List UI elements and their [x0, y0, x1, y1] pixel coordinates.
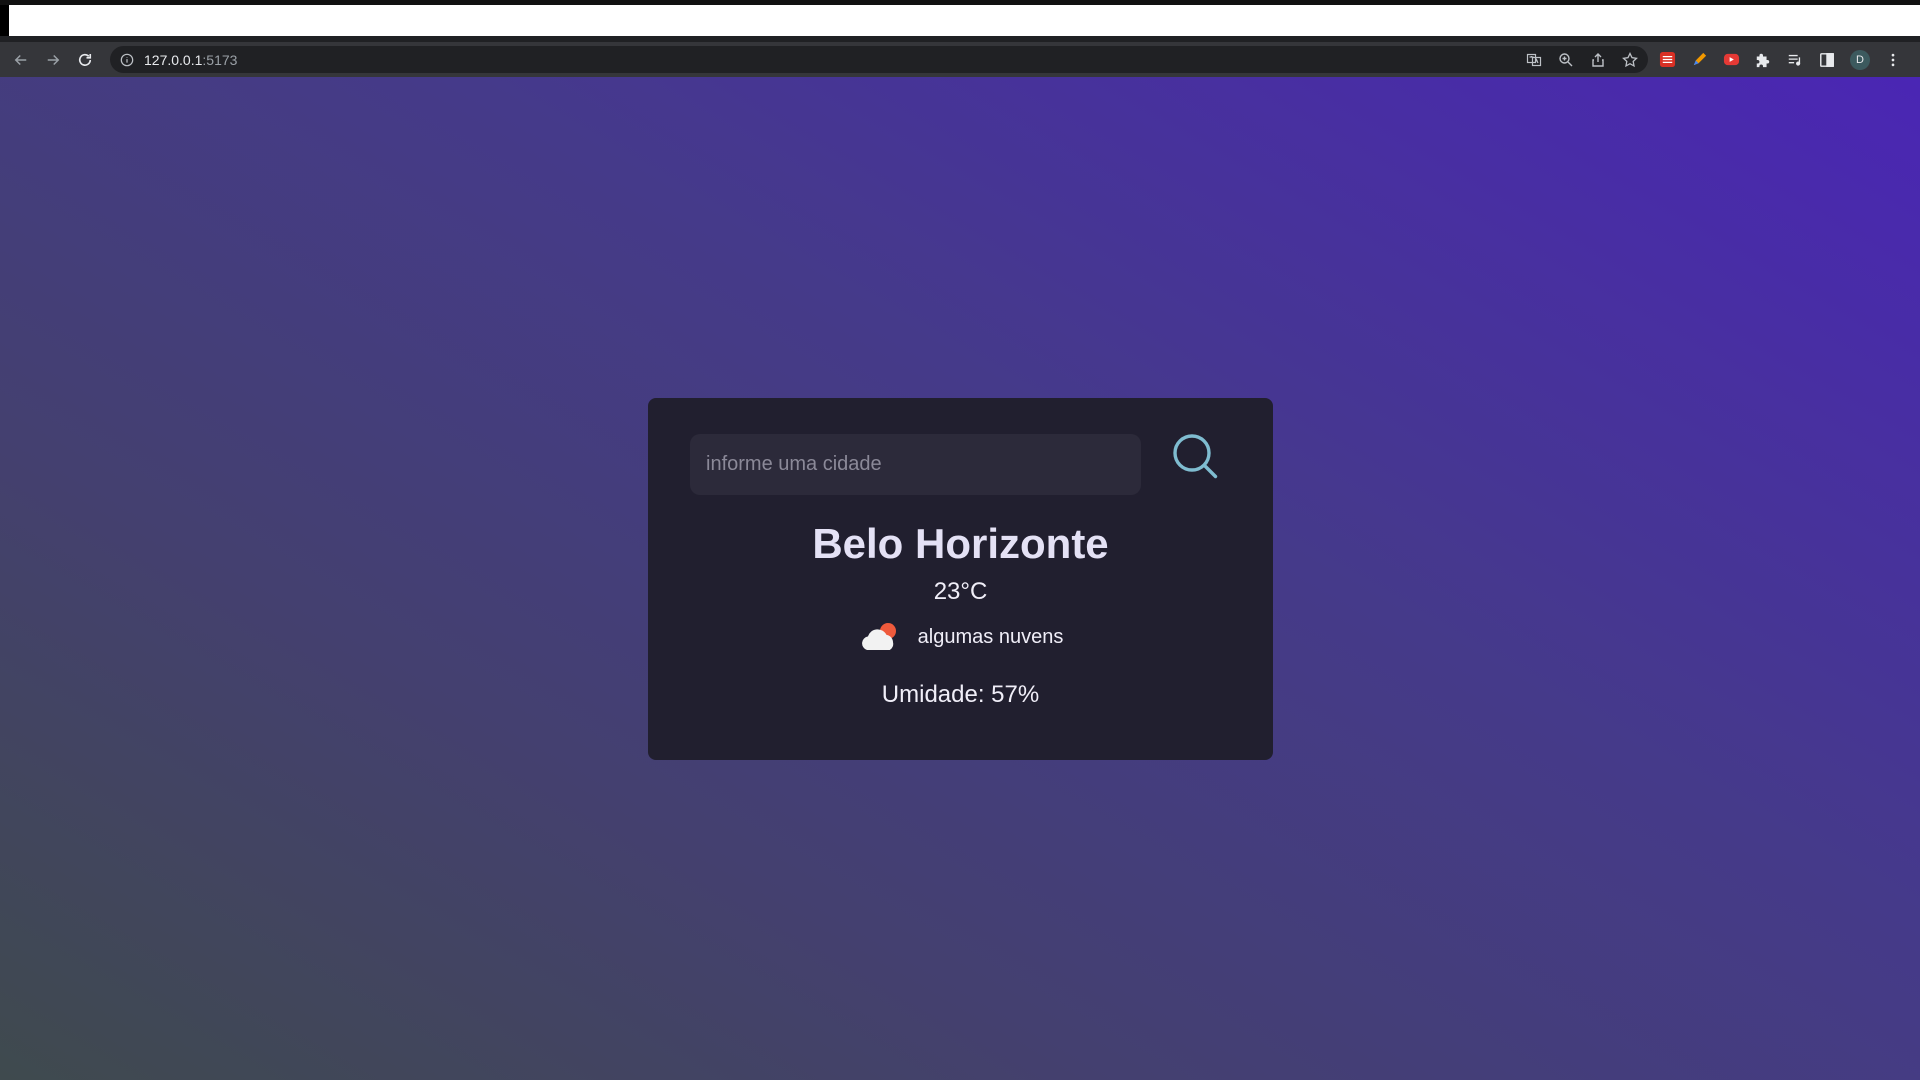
omnibox-actions	[1526, 46, 1638, 73]
weather-card: Belo Horizonte 23°C algumas nuvens Umida…	[648, 398, 1273, 760]
city-name: Belo Horizonte	[812, 520, 1109, 567]
city-search-input[interactable]	[690, 434, 1141, 495]
forward-button[interactable]	[37, 44, 69, 76]
extensions-puzzle-icon[interactable]	[1754, 51, 1772, 69]
extension-red-icon[interactable]	[1658, 51, 1676, 69]
search-button[interactable]	[1172, 433, 1222, 483]
search-icon	[1173, 434, 1218, 479]
address-bar[interactable]: 127.0.0.1 :5173	[110, 46, 1648, 73]
extensions-area: D	[1658, 42, 1902, 77]
zoom-icon[interactable]	[1558, 52, 1574, 68]
temperature: 23°C	[933, 578, 988, 605]
extension-youtube-icon[interactable]	[1722, 51, 1740, 69]
url-port: :5173	[202, 51, 238, 68]
back-button[interactable]	[5, 44, 37, 76]
kebab-menu-icon[interactable]	[1884, 51, 1902, 69]
few-clouds-icon	[861, 623, 896, 650]
tab-bar-area	[9, 5, 1920, 36]
humidity: Umidade: 57%	[881, 681, 1040, 708]
media-queue-icon[interactable]	[1786, 51, 1804, 69]
translate-icon[interactable]	[1526, 52, 1542, 68]
profile-avatar[interactable]: D	[1850, 49, 1870, 70]
arrow-left-icon	[14, 54, 27, 65]
url-host: 127.0.0.1	[144, 51, 203, 68]
info-icon[interactable]	[120, 53, 134, 67]
weather-description-row: algumas nuvens	[648, 620, 1273, 654]
side-panel-icon[interactable]	[1818, 51, 1836, 69]
weather-description: algumas nuvens	[917, 625, 1064, 648]
reload-button[interactable]	[69, 44, 101, 76]
reload-icon	[78, 53, 92, 66]
arrow-right-icon	[47, 54, 60, 65]
page-viewport: Belo Horizonte 23°C algumas nuvens Umida…	[0, 77, 1920, 1080]
browser-toolbar: 127.0.0.1 :5173 D	[0, 42, 1920, 77]
extension-pen-icon[interactable]	[1690, 51, 1708, 69]
bookmark-star-icon[interactable]	[1622, 51, 1638, 68]
share-icon[interactable]	[1590, 52, 1606, 68]
